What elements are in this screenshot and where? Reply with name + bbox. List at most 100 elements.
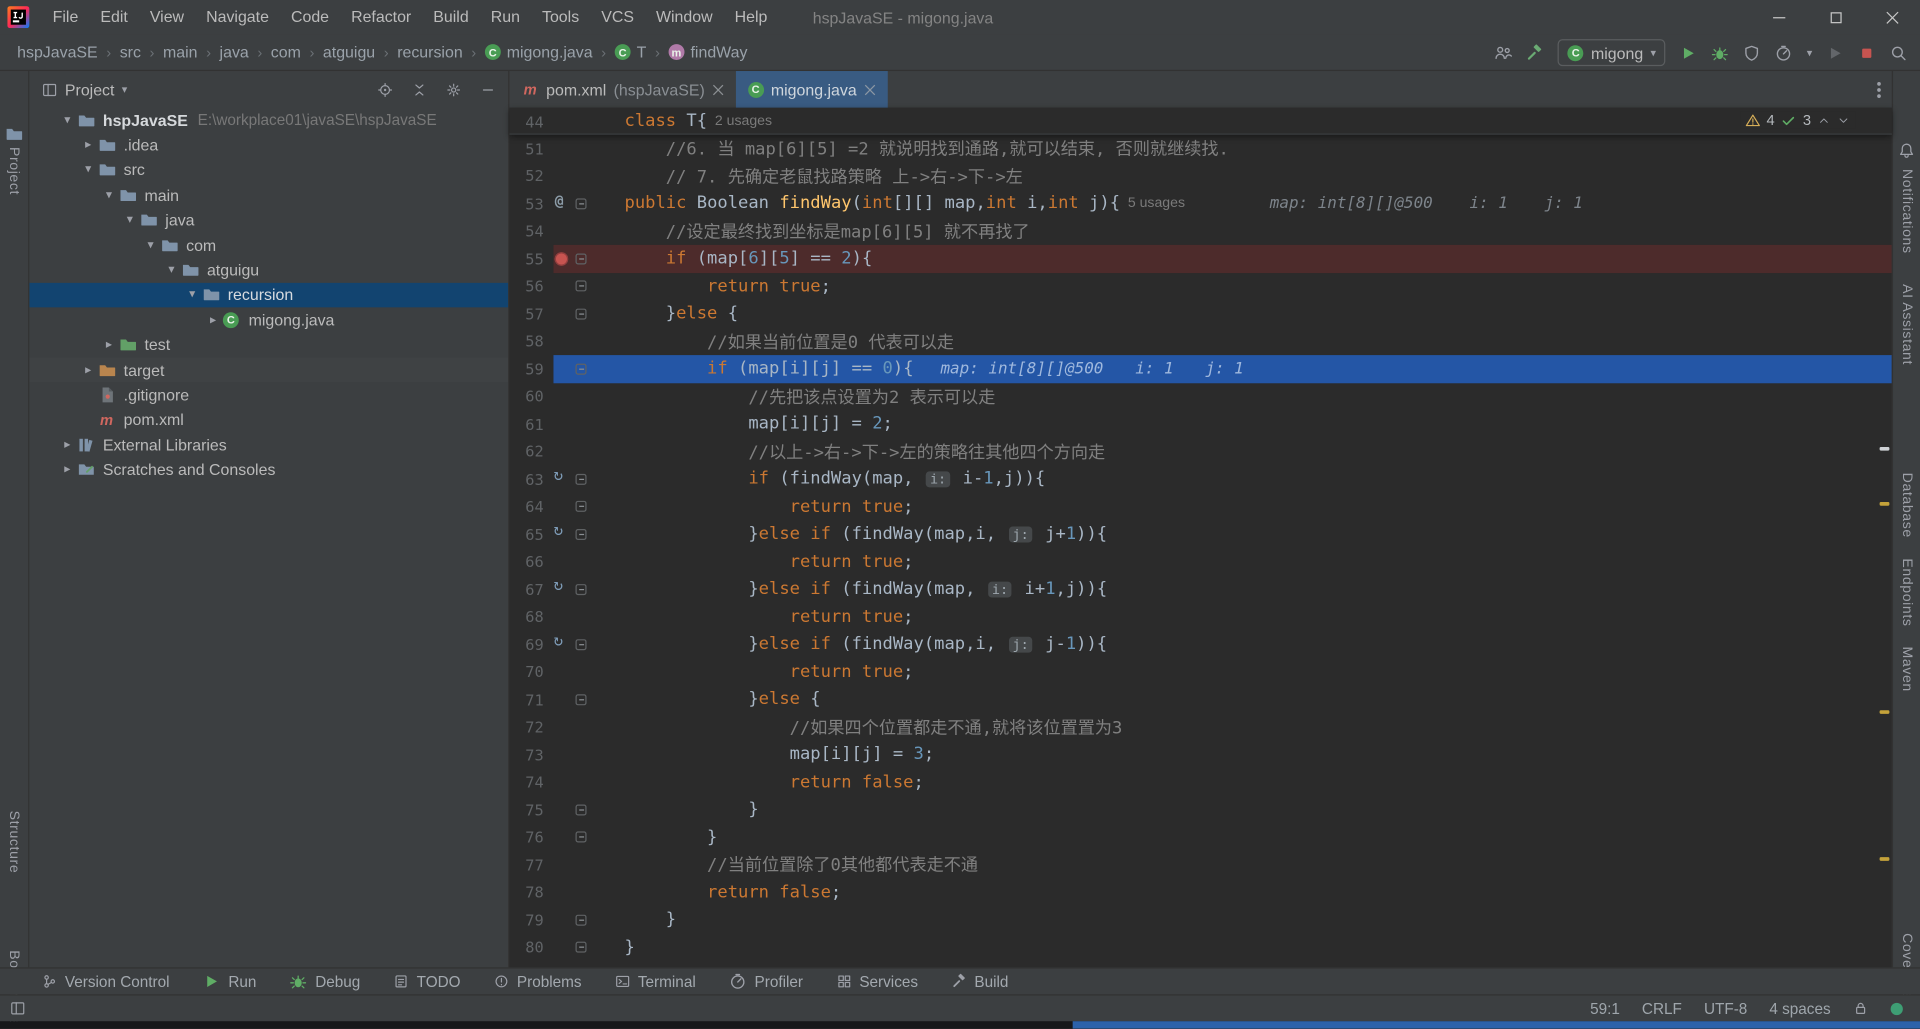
gutter[interactable] <box>553 906 624 934</box>
line-number[interactable]: 53 <box>509 194 553 212</box>
breadcrumb-item-atguigu[interactable]: atguigu <box>323 43 375 61</box>
breakpoint-icon[interactable] <box>555 252 568 265</box>
line-number[interactable]: 58 <box>509 332 553 350</box>
run-configuration-select[interactable]: C migong ▾ <box>1558 39 1666 66</box>
line-number[interactable]: 75 <box>509 801 553 819</box>
caret-position[interactable]: 59:1 <box>1590 1000 1620 1017</box>
minimize-button[interactable] <box>1751 0 1807 34</box>
close-icon[interactable] <box>712 84 723 95</box>
code-line-57[interactable]: 57}else { <box>509 300 1891 328</box>
fold-marker-icon[interactable] <box>576 694 587 705</box>
line-number[interactable]: 68 <box>509 608 553 626</box>
menu-window[interactable]: Window <box>645 0 724 34</box>
line-number[interactable]: 69 <box>509 635 553 653</box>
tool-stripe-endpoints[interactable]: Endpoints <box>1899 558 1914 626</box>
gutter[interactable] <box>553 162 624 190</box>
hide-panel-icon[interactable] <box>474 76 501 103</box>
breadcrumb-item-findway[interactable]: mfindWay <box>668 43 747 61</box>
chevron-down-icon[interactable]: ▾ <box>58 113 78 126</box>
tree-item-java[interactable]: ▾java <box>29 208 508 233</box>
toolbar-debug[interactable]: Debug <box>289 972 360 990</box>
tree-item-scratches-and-consoles[interactable]: ▸Scratches and Consoles <box>29 457 508 482</box>
code-line-75[interactable]: 75} <box>509 796 1891 824</box>
bell-icon[interactable] <box>1898 142 1915 159</box>
code-line-51[interactable]: 51//6. 当 map[6][5] =2 就说明找到通路,就可以结束, 否则就… <box>509 135 1891 163</box>
tree-item-migong-java[interactable]: ▸Cmigong.java <box>29 308 508 333</box>
line-number[interactable]: 67 <box>509 580 553 598</box>
tool-stripe-notifications[interactable]: Notifications <box>1899 169 1914 254</box>
gutter[interactable] <box>553 410 624 438</box>
code-line-65[interactable]: 65↻}else if (findWay(map,i, j: j+1)){ <box>509 520 1891 548</box>
chevron-down-icon[interactable]: ▾ <box>99 188 119 201</box>
menu-help[interactable]: Help <box>724 0 779 34</box>
fold-marker-icon[interactable] <box>576 280 587 291</box>
gutter[interactable] <box>553 300 624 328</box>
inspections-widget[interactable]: 4 3 <box>1740 111 1856 128</box>
breadcrumb-item-hspjavase[interactable]: hspJavaSE <box>17 43 98 61</box>
line-number[interactable]: 66 <box>509 553 553 571</box>
code-line-55[interactable]: 55if (map[6][5] == 2){ <box>509 245 1891 273</box>
gutter[interactable] <box>553 823 624 851</box>
gutter[interactable]: @ <box>553 190 624 218</box>
close-button[interactable] <box>1864 0 1920 34</box>
breadcrumb-item-migong-java[interactable]: Cmigong.java <box>485 43 593 61</box>
code-with-me-users-icon[interactable] <box>1494 43 1512 61</box>
gutter[interactable] <box>553 272 624 300</box>
gutter[interactable]: ↻ <box>553 631 624 659</box>
fold-marker-icon[interactable] <box>576 583 587 594</box>
tree-item-external-libraries[interactable]: ▸External Libraries <box>29 432 508 457</box>
tree-item-target[interactable]: ▸target <box>29 357 508 382</box>
tool-stripe-project[interactable]: Project <box>6 147 21 195</box>
code-line-53[interactable]: 53@public Boolean findWay(int[][] map,in… <box>509 190 1891 218</box>
menu-file[interactable]: File <box>42 0 90 34</box>
line-number[interactable]: 72 <box>509 718 553 736</box>
code-line-60[interactable]: 60//先把该点设置为2 表示可以走 <box>509 383 1891 411</box>
line-number[interactable]: 76 <box>509 828 553 846</box>
tool-stripe-project-icon[interactable] <box>5 125 23 143</box>
gutter[interactable] <box>553 741 624 769</box>
code-line-70[interactable]: 70return true; <box>509 658 1891 686</box>
tree-item-recursion[interactable]: ▾recursion <box>29 283 508 308</box>
toolwindow-toggle-icon[interactable] <box>10 1000 26 1016</box>
gutter[interactable] <box>553 796 624 824</box>
gutter[interactable] <box>553 658 624 686</box>
close-icon[interactable] <box>864 84 875 95</box>
tree-item-idea[interactable]: ▸.idea <box>29 133 508 158</box>
gutter[interactable] <box>553 548 624 576</box>
line-number[interactable]: 54 <box>509 222 553 240</box>
code-line-54[interactable]: 54//设定最终找到坐标是map[6][5] 就不再找了 <box>509 217 1891 245</box>
breadcrumb-item-java[interactable]: java <box>220 43 249 61</box>
fold-marker-icon[interactable] <box>576 831 587 842</box>
line-number[interactable]: 64 <box>509 497 553 515</box>
gutter[interactable] <box>553 108 624 135</box>
code-line-79[interactable]: 79} <box>509 906 1891 934</box>
menu-build[interactable]: Build <box>422 0 479 34</box>
gutter[interactable] <box>553 851 624 879</box>
tool-stripe-ai-assistant[interactable]: AI Assistant <box>1899 284 1914 365</box>
menu-navigate[interactable]: Navigate <box>195 0 280 34</box>
chevron-up-icon[interactable] <box>1817 113 1830 126</box>
line-number[interactable]: 61 <box>509 415 553 433</box>
tree-item-src[interactable]: ▾src <box>29 158 508 183</box>
gutter[interactable] <box>553 934 624 962</box>
code-line-62[interactable]: 62//以上->右->下->左的策略往其他四个方向走 <box>509 438 1891 466</box>
line-number[interactable]: 44 <box>509 112 553 130</box>
gutter[interactable] <box>553 217 624 245</box>
tree-item-atguigu[interactable]: ▾atguigu <box>29 258 508 283</box>
gutter[interactable]: ↻ <box>553 576 624 604</box>
chevron-right-icon[interactable]: ▸ <box>78 363 98 376</box>
chevron-down-icon[interactable]: ▾ <box>182 288 202 301</box>
line-number[interactable]: 55 <box>509 249 553 267</box>
line-number[interactable]: 56 <box>509 277 553 295</box>
gutter[interactable] <box>553 245 624 273</box>
toolbar-services[interactable]: Services <box>836 973 918 990</box>
file-encoding[interactable]: UTF-8 <box>1704 1000 1747 1017</box>
chevron-right-icon[interactable]: ▸ <box>58 463 78 476</box>
gutter[interactable] <box>553 879 624 907</box>
stripe-mark[interactable] <box>1880 502 1890 506</box>
line-number[interactable]: 71 <box>509 690 553 708</box>
stripe-mark[interactable] <box>1880 710 1890 714</box>
gutter[interactable] <box>553 438 624 466</box>
menu-edit[interactable]: Edit <box>89 0 138 34</box>
line-number[interactable]: 65 <box>509 525 553 543</box>
